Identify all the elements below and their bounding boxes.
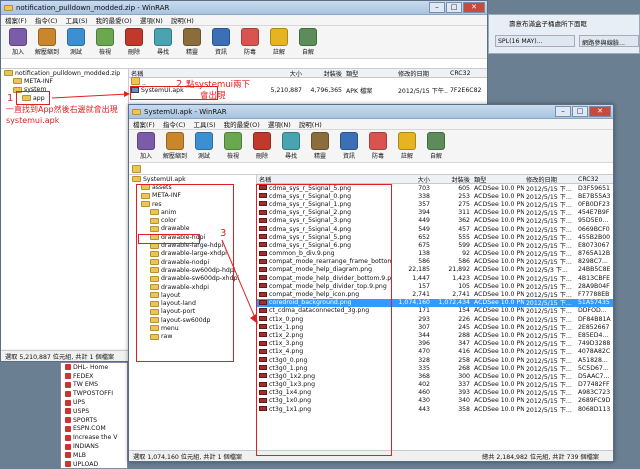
arrow-to-file-list [221,239,257,321]
annotation-arrows [51,91,258,324]
arrowhead-2 [250,314,258,324]
arrowhead-1 [124,91,130,97]
arrow-to-systemui-apk [51,93,129,99]
